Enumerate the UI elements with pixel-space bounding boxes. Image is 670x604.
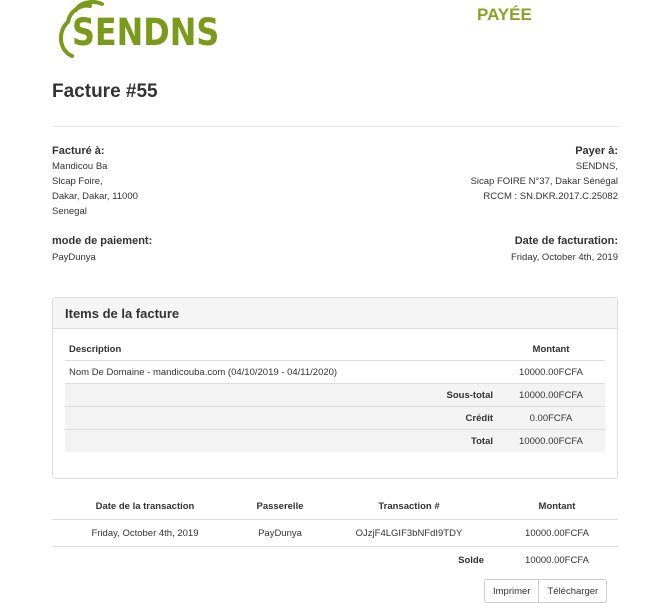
balance-label: Solde [458, 554, 484, 566]
panel-header: Items de la facture [53, 298, 617, 329]
subtotal-value: 10000.00FCFA [497, 383, 605, 407]
invoice-date-label: Date de facturation: [514, 235, 618, 247]
table-header-row: Date de la transaction Passerelle Transa… [52, 493, 618, 520]
address-line: Slcap Foire, [52, 176, 103, 187]
column-header-amount: Montant [496, 493, 618, 520]
logo-text: SENDNS [72, 11, 220, 54]
invoice-date-value: Friday, October 4th, 2019 [510, 252, 618, 263]
item-description: Nom De Domaine - mandicouba.com (04/10/2… [65, 360, 497, 384]
billed-to-address: Mandicou Ba Slcap Foire, Dakar, Dakar, 1… [52, 159, 138, 219]
transaction-gateway: PayDunya [238, 519, 322, 547]
print-button[interactable]: Imprimer [484, 579, 540, 603]
transaction-date: Friday, October 4th, 2019 [52, 519, 238, 547]
divider [52, 126, 618, 127]
pay-to-address: SENDNS, Sicap FOIRE N°37, Dakar Sénégal … [471, 159, 618, 204]
total-label: Total [65, 429, 497, 452]
subtotal-label: Sous-total [65, 383, 497, 407]
address-line: RCCM : SN.DKR.2017.C.25082 [483, 191, 618, 202]
credit-label: Crédit [65, 406, 497, 430]
address-line: Mandicou Ba [52, 161, 108, 172]
address-line: Sicap FOIRE N°37, Dakar Sénégal [470, 176, 618, 187]
column-header-date: Date de la transaction [52, 493, 238, 520]
balance-row: Solde 10000.00FCFA [52, 547, 618, 574]
items-table: Description Montant Nom De Domaine - man… [65, 338, 605, 452]
transaction-amount: 10000.00FCFA [496, 519, 618, 547]
table-row: Friday, October 4th, 2019 PayDunya OJzjF… [52, 519, 618, 547]
balance-value: 10000.00FCFA [525, 554, 589, 566]
payment-method-value: PayDunya [52, 252, 96, 263]
panel-title: Items de la facture [65, 306, 180, 321]
table-row: Nom De Domaine - mandicouba.com (04/10/2… [65, 360, 605, 384]
credit-row: Crédit 0.00FCFA [65, 406, 605, 430]
pay-to-label: Payer à: [575, 145, 618, 157]
address-line: SENDNS, [575, 161, 618, 172]
address-line: Dakar, Dakar, 11000 [52, 191, 138, 202]
credit-value: 0.00FCFA [497, 406, 605, 430]
action-button-group: Imprimer Télécharger [484, 579, 608, 603]
column-header-gateway: Passerelle [238, 493, 322, 520]
column-header-description: Description [65, 338, 497, 361]
total-value: 10000.00FCFA [497, 429, 605, 452]
page-title: Facture #55 [52, 81, 158, 102]
address-line: Senegal [52, 206, 87, 217]
column-header-amount: Montant [497, 338, 605, 361]
transactions-table: Date de la transaction Passerelle Transa… [52, 493, 618, 573]
billed-to-label: Facturé à: [52, 145, 105, 157]
payment-method-label: mode de paiement: [52, 235, 153, 247]
total-row: Total 10000.00FCFA [65, 429, 605, 452]
column-header-transaction-id: Transaction # [322, 493, 496, 520]
subtotal-row: Sous-total 10000.00FCFA [65, 383, 605, 407]
status-badge: PAYÉE [477, 5, 532, 24]
invoice-items-panel: Items de la facture Description Montant … [52, 297, 618, 479]
transaction-id: OJzjF4LGIF3bNFdI9TDY [322, 519, 496, 547]
download-button[interactable]: Télécharger [539, 579, 608, 603]
item-amount: 10000.00FCFA [497, 360, 605, 384]
brand-logo: SENDNS [50, 0, 219, 58]
table-header-row: Description Montant [65, 338, 605, 361]
